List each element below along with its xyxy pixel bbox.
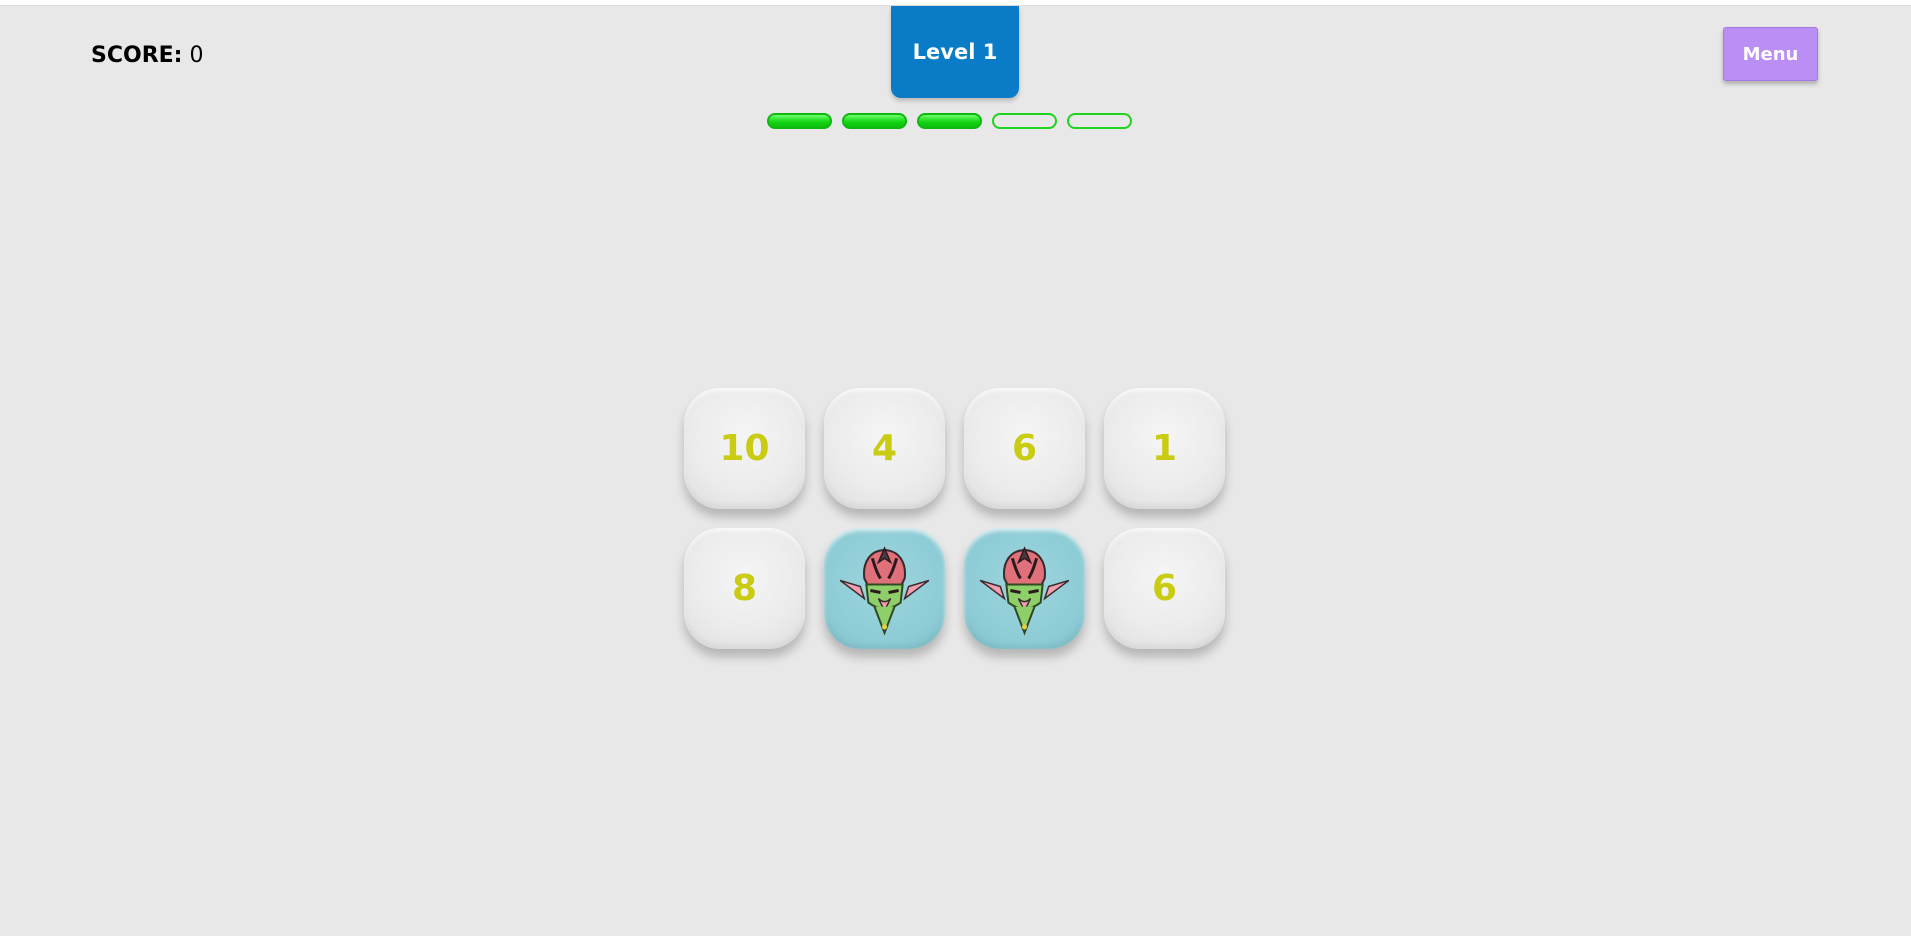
score-display: SCORE: 0 (91, 43, 203, 68)
card-number: 4 (871, 428, 898, 469)
card-number: 1 (1151, 428, 1178, 469)
progress-pip (767, 113, 832, 129)
memory-card[interactable]: 8 (684, 528, 805, 649)
memory-card[interactable]: 6 (964, 388, 1085, 509)
card-number: 6 (1011, 428, 1038, 469)
progress-pip (917, 113, 982, 129)
level-progress-bar (767, 113, 1132, 129)
memory-card[interactable]: 1 (1104, 388, 1225, 509)
card-number: 6 (1151, 568, 1178, 609)
score-value: 0 (189, 43, 204, 68)
card-number: 10 (719, 428, 770, 469)
memory-card[interactable]: 6 (1104, 528, 1225, 649)
goblin-mask-icon (979, 546, 1070, 636)
score-label: SCORE: (91, 43, 183, 68)
progress-pip (842, 113, 907, 129)
goblin-mask-icon (839, 546, 930, 636)
memory-card[interactable]: 10 (684, 388, 805, 509)
memory-card[interactable]: 4 (824, 388, 945, 509)
progress-pip (1067, 113, 1132, 129)
card-board: 10 4 6 1 8 6 (684, 388, 1225, 649)
menu-button[interactable]: Menu (1723, 27, 1818, 81)
memory-card-revealed[interactable] (824, 528, 945, 649)
memory-card-revealed[interactable] (964, 528, 1085, 649)
level-indicator: Level 1 (891, 6, 1019, 98)
game-stage: SCORE: 0 Level 1 Menu 10 4 6 1 8 6 (0, 5, 1911, 936)
card-number: 8 (731, 568, 758, 609)
progress-pip (992, 113, 1057, 129)
